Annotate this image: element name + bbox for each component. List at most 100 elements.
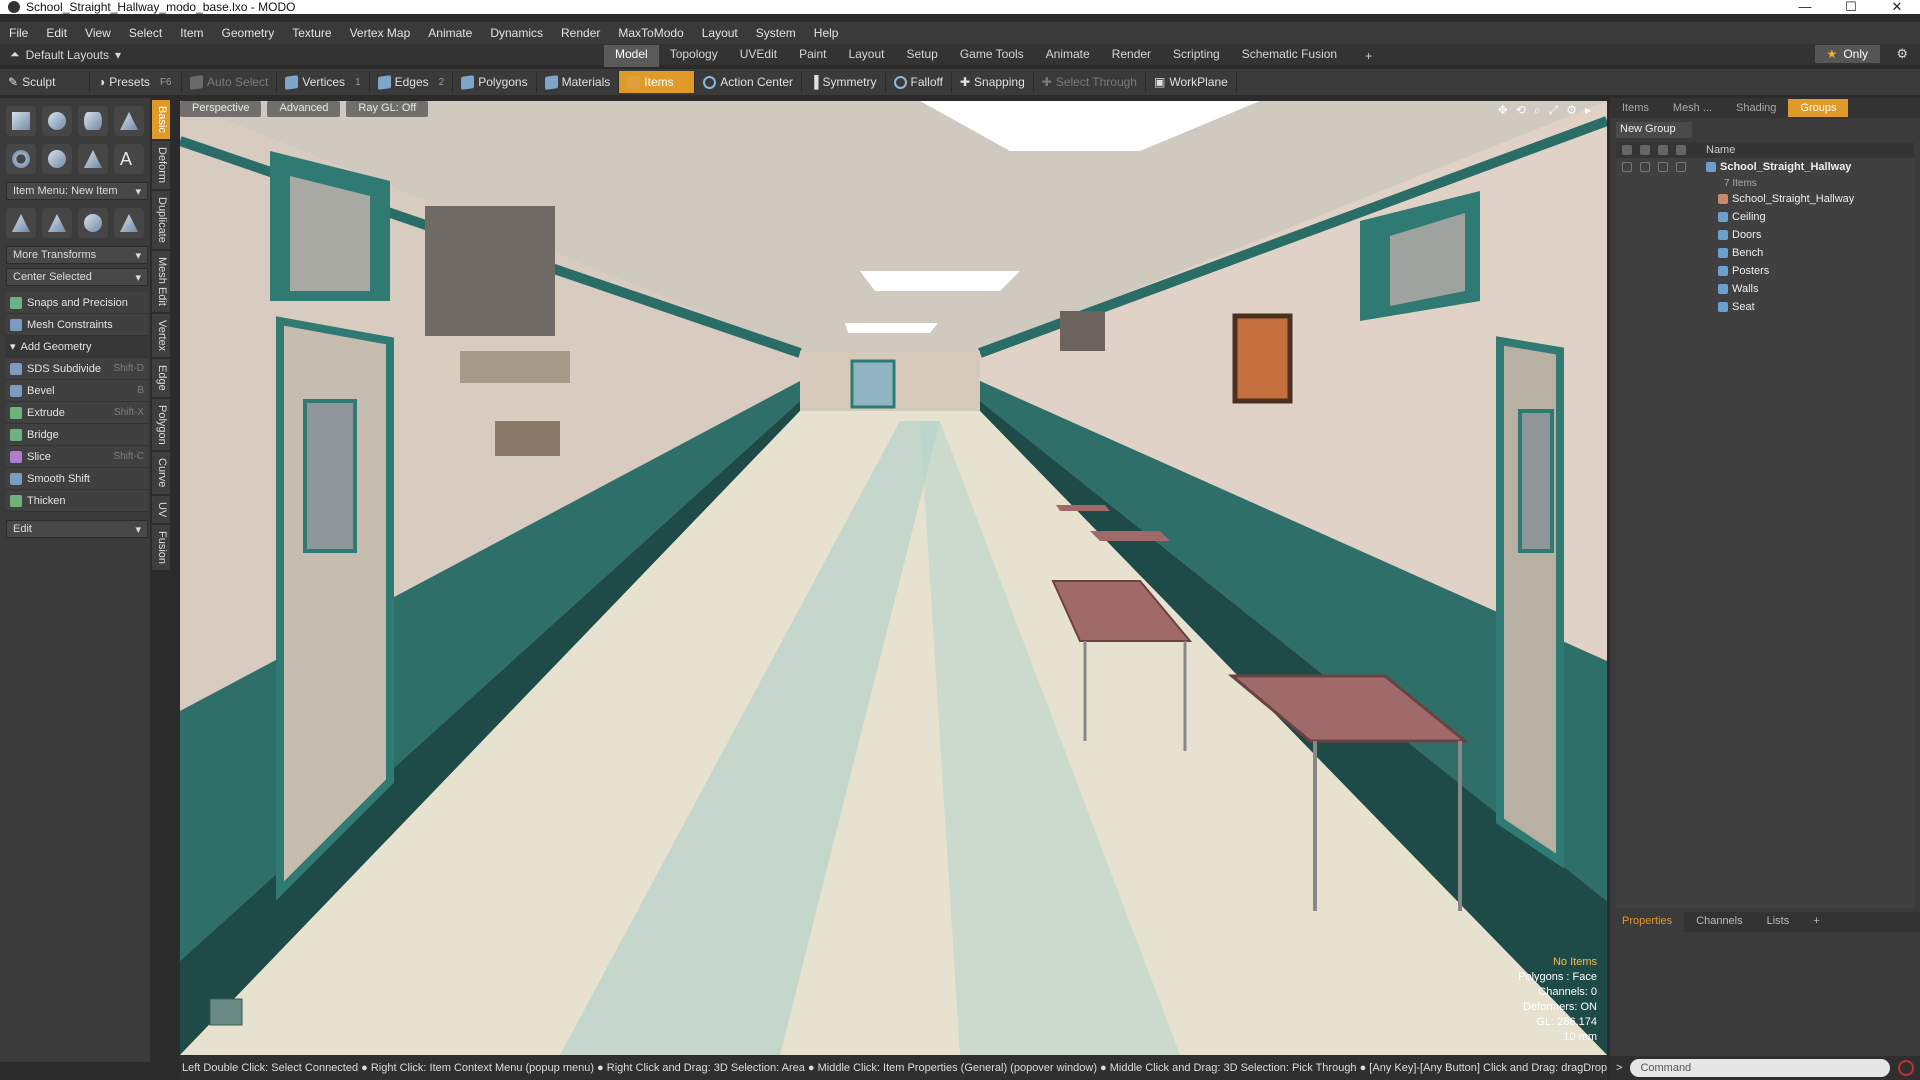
smooth-shift-button[interactable]: Smooth Shift [6, 468, 148, 490]
vertices-button[interactable]: Vertices 1 [277, 71, 370, 93]
advanced-shading-button[interactable]: Advanced [267, 101, 341, 117]
perspective-button[interactable]: Perspective [180, 101, 262, 117]
3d-viewport[interactable]: Perspective Advanced Ray GL: Off ✥ ⟲ ⌕ ⤢… [180, 101, 1607, 1055]
tree-item[interactable]: Seat [1616, 298, 1914, 316]
symmetry-button[interactable]: ▐ Symmetry [802, 71, 886, 93]
tab-schematic-fusion[interactable]: Schematic Fusion [1231, 45, 1348, 67]
tab-layout[interactable]: Layout [837, 45, 895, 67]
workplane-button[interactable]: ▣ WorkPlane [1146, 71, 1237, 93]
presets-button[interactable]: ◑ Presets F6 [90, 71, 182, 93]
scale-tool-button[interactable] [78, 208, 108, 238]
text-primitive-button[interactable]: A [114, 144, 144, 174]
select-through-button[interactable]: ✚ Select Through [1034, 71, 1146, 93]
vtab-mesh-edit[interactable]: Mesh Edit [152, 250, 170, 312]
lock-column-icon[interactable] [1640, 145, 1650, 155]
sphere-primitive-button[interactable] [42, 106, 72, 136]
tree-item[interactable]: Walls [1616, 280, 1914, 298]
transform-tool-button[interactable] [114, 208, 144, 238]
vtab-basic[interactable]: Basic [152, 100, 170, 139]
close-button[interactable]: ✕ [1874, 0, 1920, 14]
tree-item[interactable]: Posters [1616, 262, 1914, 280]
render-column-icon[interactable] [1658, 145, 1668, 155]
menu-item[interactable]: Item [171, 26, 212, 40]
menu-layout[interactable]: Layout [693, 26, 747, 40]
default-layouts-dropdown[interactable]: ⏶ Default Layouts ▾ [0, 47, 600, 62]
tab-channels[interactable]: Channels [1684, 912, 1754, 932]
vtab-polygon[interactable]: Polygon [152, 398, 170, 451]
snaps-button[interactable]: Snaps and Precision [6, 292, 148, 314]
lock-toggle[interactable] [1640, 162, 1650, 172]
tab-uvedit[interactable]: UVEdit [729, 45, 788, 67]
snapping-button[interactable]: ✚ Snapping [952, 71, 1034, 93]
eye-column-icon[interactable] [1622, 145, 1632, 155]
mesh-constraints-button[interactable]: Mesh Constraints [6, 314, 148, 336]
tab-mesh[interactable]: Mesh ... [1661, 99, 1724, 117]
items-button[interactable]: Items [619, 71, 696, 93]
tab-game-tools[interactable]: Game Tools [949, 45, 1035, 67]
tab-items[interactable]: Items [1610, 99, 1661, 117]
tab-paint[interactable]: Paint [788, 45, 837, 67]
select-toggle[interactable] [1676, 162, 1686, 172]
add-geometry-header[interactable]: ▾ Add Geometry [6, 336, 148, 358]
torus-primitive-button[interactable] [6, 144, 36, 174]
vtab-fusion[interactable]: Fusion [152, 525, 170, 571]
vtab-vertex[interactable]: Vertex [152, 313, 170, 357]
falloff-button[interactable]: Falloff [886, 71, 952, 93]
maximize-view-icon[interactable]: ⤢ [1549, 103, 1559, 118]
new-group-button[interactable]: New Group [1616, 122, 1692, 138]
render-toggle[interactable] [1658, 162, 1668, 172]
slice-button[interactable]: Slice Shift-C [6, 446, 148, 468]
center-selected-dropdown[interactable]: Center Selected ▾ [6, 268, 148, 286]
menu-render[interactable]: Render [552, 26, 609, 40]
maximize-button[interactable]: ☐ [1828, 0, 1874, 14]
auto-select-button[interactable]: Auto Select [182, 71, 278, 93]
menu-view[interactable]: View [76, 26, 120, 40]
tab-model[interactable]: Model [604, 45, 659, 67]
extrude-button[interactable]: Extrude Shift-X [6, 402, 148, 424]
tree-item[interactable]: Ceiling [1616, 208, 1914, 226]
action-center-button[interactable]: Action Center [695, 71, 802, 93]
menu-edit[interactable]: Edit [37, 26, 76, 40]
cone-primitive-button[interactable] [114, 106, 144, 136]
menu-vertex-map[interactable]: Vertex Map [341, 26, 420, 40]
select-column-icon[interactable] [1676, 145, 1686, 155]
gear-icon[interactable]: ⚙ [1896, 46, 1908, 62]
pan-icon[interactable]: ✥ [1498, 103, 1508, 118]
menu-select[interactable]: Select [120, 26, 171, 40]
item-menu-dropdown[interactable]: Item Menu: New Item ▾ [6, 182, 148, 200]
tab-groups[interactable]: Groups [1788, 99, 1849, 117]
zoom-icon[interactable]: ⌕ [1534, 103, 1541, 118]
tree-item[interactable]: Bench [1616, 244, 1914, 262]
tab-shading[interactable]: Shading [1724, 99, 1788, 117]
menu-animate[interactable]: Animate [419, 26, 481, 40]
vtab-duplicate[interactable]: Duplicate [152, 190, 170, 249]
tab-properties[interactable]: Properties [1610, 912, 1685, 932]
tree-root-group[interactable]: School_Straight_Hallway [1616, 158, 1914, 176]
eye-toggle[interactable] [1622, 162, 1632, 172]
only-toggle[interactable]: ★ Only [1814, 45, 1880, 63]
edit-dropdown[interactable]: Edit ▾ [6, 520, 148, 538]
more-transforms-dropdown[interactable]: More Transforms ▾ [6, 246, 148, 264]
menu-texture[interactable]: Texture [283, 26, 340, 40]
tab-setup[interactable]: Setup [895, 45, 948, 67]
vtab-uv[interactable]: UV [152, 495, 170, 524]
sds-subdivide-button[interactable]: SDS Subdivide Shift-D [6, 358, 148, 380]
add-tab-button[interactable]: + [1354, 45, 1383, 67]
tab-scripting[interactable]: Scripting [1162, 45, 1231, 67]
stop-icon[interactable] [1898, 1060, 1914, 1076]
column-name[interactable]: Name [1706, 144, 1735, 156]
sculpt-button[interactable]: ✎ Sculpt [0, 71, 90, 93]
edges-button[interactable]: Edges 2 [370, 71, 454, 93]
bevel-button[interactable]: Bevel B [6, 380, 148, 402]
move-tool-button[interactable] [6, 208, 36, 238]
bridge-button[interactable]: Bridge [6, 424, 148, 446]
menu-dynamics[interactable]: Dynamics [481, 26, 552, 40]
pen-primitive-button[interactable] [78, 144, 108, 174]
menu-geometry[interactable]: Geometry [213, 26, 284, 40]
vtab-edge[interactable]: Edge [152, 358, 170, 397]
vtab-curve[interactable]: Curve [152, 452, 170, 494]
add-tab-button[interactable]: + [1801, 912, 1831, 932]
rotate-tool-button[interactable] [42, 208, 72, 238]
minimize-button[interactable]: — [1782, 0, 1828, 14]
cube-primitive-button[interactable] [6, 106, 36, 136]
